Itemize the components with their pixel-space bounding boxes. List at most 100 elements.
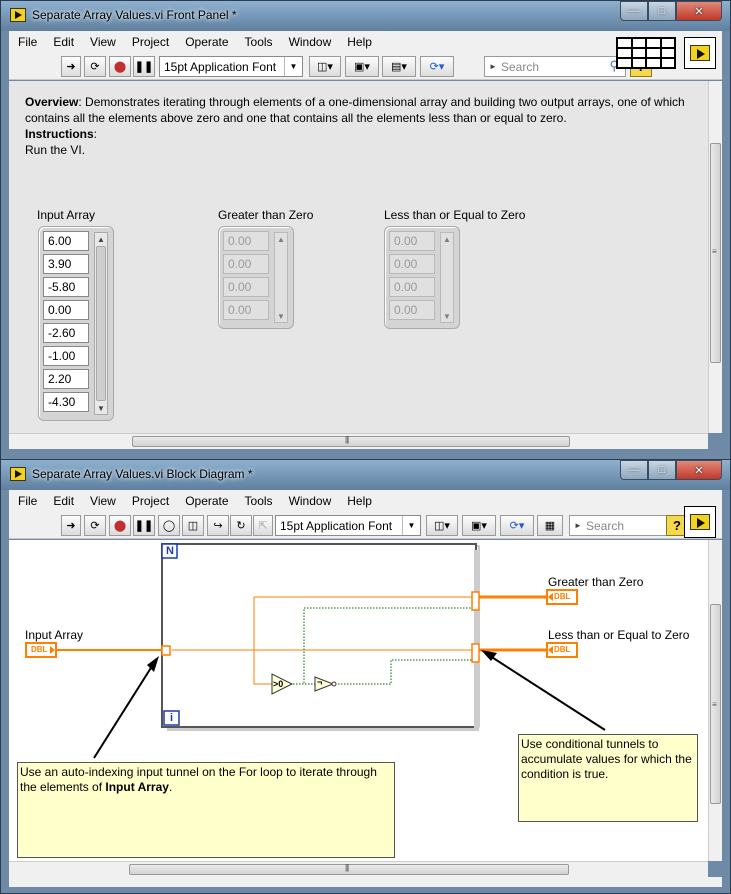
menu-edit[interactable]: Edit	[45, 35, 82, 49]
input-array-diagram-label: Input Array	[25, 628, 84, 642]
horizontal-scroll-thumb[interactable]	[129, 864, 569, 875]
close-button[interactable]: ✕	[676, 460, 722, 480]
loop-iteration-label: i	[170, 712, 174, 724]
chevron-down-icon: ▼	[284, 57, 302, 76]
align-objects-icon[interactable]: ◫▾	[309, 56, 341, 77]
step-over-icon[interactable]: ↻	[230, 515, 252, 536]
menu-tools[interactable]: Tools	[237, 35, 281, 49]
abort-icon[interactable]: ⬤	[109, 56, 131, 77]
block-diagram-toolbar: ➜ ⟳ ⬤ ❚❚ ◯ ◫ ↪ ↻ ⇱ 15pt Application Font…	[9, 506, 722, 539]
menu-project[interactable]: Project	[124, 35, 177, 49]
array-element[interactable]: -2.60	[43, 323, 89, 343]
array-element[interactable]: 6.00	[43, 231, 89, 251]
greater-terminal-type: DBL	[554, 592, 571, 601]
reorder-icon[interactable]: ⟳▾	[420, 56, 454, 77]
font-select[interactable]: 15pt Application Font ▼	[275, 515, 421, 536]
font-select-value: 15pt Application Font	[164, 59, 277, 74]
array-element[interactable]: 3.90	[43, 254, 89, 274]
auto-indexing-comment[interactable]: Use an auto-indexing input tunnel on the…	[17, 762, 395, 858]
scroll-up-icon[interactable]: ▲	[95, 233, 107, 245]
font-select[interactable]: 15pt Application Font ▼	[159, 56, 303, 77]
minimize-button[interactable]: —	[620, 1, 648, 21]
menu-tools[interactable]: Tools	[237, 494, 281, 508]
block-diagram-titlebar[interactable]: Separate Array Values.vi Block Diagram *…	[1, 460, 730, 490]
lessequal-diagram-label: Less than or Equal to Zero	[548, 628, 690, 642]
maximize-button[interactable]: □	[648, 1, 676, 21]
block-diagram-vertical-scrollbar[interactable]: ≡	[708, 540, 722, 861]
menu-file[interactable]: File	[10, 494, 45, 508]
menu-window[interactable]: Window	[281, 35, 340, 49]
menu-view[interactable]: View	[82, 35, 124, 49]
search-placeholder: Search	[501, 59, 540, 74]
block-diagram-horizontal-scrollbar[interactable]: |||	[9, 861, 708, 877]
horizontal-scroll-thumb[interactable]	[132, 436, 570, 447]
array-element[interactable]: -5.80	[43, 277, 89, 297]
overview-body: : Demonstrates iterating through element…	[25, 95, 685, 125]
run-continuously-icon[interactable]: ⟳	[84, 56, 106, 77]
instructions-heading: Instructions	[25, 127, 94, 141]
distribute-objects-icon[interactable]: ▣▾	[462, 515, 496, 536]
overview-text: Overview: Demonstrates iterating through…	[25, 94, 705, 158]
array-scrollbar: ▲ ▼	[440, 232, 454, 323]
align-objects-icon[interactable]: ◫▾	[426, 515, 458, 536]
abort-icon[interactable]: ⬤	[109, 515, 131, 536]
resize-objects-icon[interactable]: ▤▾	[382, 56, 416, 77]
conditional-tunnel-comment[interactable]: Use conditional tunnels to accumulate va…	[518, 734, 698, 822]
array-element: 0.00	[223, 254, 269, 274]
menu-help[interactable]: Help	[339, 494, 380, 508]
menu-project[interactable]: Project	[124, 494, 177, 508]
input-array-label: Input Array	[37, 208, 96, 222]
vi-icon[interactable]	[684, 37, 716, 69]
scroll-up-icon: ▲	[443, 234, 451, 244]
connector-pane-icon[interactable]	[616, 37, 676, 69]
array-element[interactable]: -4.30	[43, 392, 89, 412]
front-panel-window: Separate Array Values.vi Front Panel * —…	[0, 0, 731, 460]
reorder-icon[interactable]: ⟳▾	[500, 515, 534, 536]
array-scrollbar[interactable]: ▲ ▼	[94, 232, 108, 415]
scroll-down-icon[interactable]: ▼	[95, 402, 107, 414]
not-bubble	[331, 681, 337, 687]
front-panel-horizontal-scrollbar[interactable]: |||	[9, 433, 708, 449]
block-diagram-title: Separate Array Values.vi Block Diagram *	[32, 467, 253, 481]
array-element[interactable]: 2.20	[43, 369, 89, 389]
clean-up-diagram-icon[interactable]: ▦	[537, 515, 563, 536]
array-element: 0.00	[223, 231, 269, 251]
labview-vi-icon	[10, 467, 26, 481]
step-into-icon[interactable]: ↪	[207, 515, 229, 536]
search-input[interactable]: ► Search ⚲	[484, 56, 626, 77]
block-diagram-menubar: File Edit View Project Operate Tools Win…	[9, 490, 722, 512]
front-panel-vertical-scrollbar[interactable]: ≡	[708, 81, 722, 433]
greater-zero-function-label: >0	[273, 679, 284, 689]
labview-vi-icon	[10, 8, 26, 22]
auto-indexing-input-tunnel	[161, 645, 171, 656]
menu-file[interactable]: File	[10, 35, 45, 49]
search-arrow-icon: ►	[489, 62, 497, 71]
run-arrow-icon[interactable]: ➜	[61, 56, 81, 77]
menu-operate[interactable]: Operate	[177, 35, 236, 49]
menu-edit[interactable]: Edit	[45, 494, 82, 508]
run-arrow-icon[interactable]: ➜	[61, 515, 81, 536]
pause-icon[interactable]: ❚❚	[133, 515, 155, 536]
array-element[interactable]: 0.00	[43, 300, 89, 320]
overview-heading: Overview	[25, 95, 79, 109]
input-array-control[interactable]: 6.00 3.90 -5.80 0.00 -2.60 -1.00 2.20 -4…	[38, 226, 114, 421]
menu-window[interactable]: Window	[281, 494, 340, 508]
front-panel-titlebar[interactable]: Separate Array Values.vi Front Panel * —…	[1, 1, 730, 31]
menu-operate[interactable]: Operate	[177, 494, 236, 508]
retain-wire-values-icon[interactable]: ◫	[182, 515, 204, 536]
help-label: ?	[673, 518, 681, 533]
minimize-button[interactable]: —	[620, 460, 648, 480]
pause-icon[interactable]: ❚❚	[133, 56, 155, 77]
menu-view[interactable]: View	[82, 494, 124, 508]
step-out-icon[interactable]: ⇱	[253, 515, 273, 536]
highlight-execution-icon[interactable]: ◯	[158, 515, 180, 536]
array-element[interactable]: -1.00	[43, 346, 89, 366]
vi-icon[interactable]	[684, 506, 716, 538]
close-button[interactable]: ✕	[676, 1, 722, 21]
scroll-thumb[interactable]	[96, 246, 106, 401]
menu-help[interactable]: Help	[339, 35, 380, 49]
run-continuously-icon[interactable]: ⟳	[84, 515, 106, 536]
maximize-button[interactable]: □	[648, 460, 676, 480]
for-loop-border	[161, 543, 477, 728]
distribute-objects-icon[interactable]: ▣▾	[345, 56, 379, 77]
